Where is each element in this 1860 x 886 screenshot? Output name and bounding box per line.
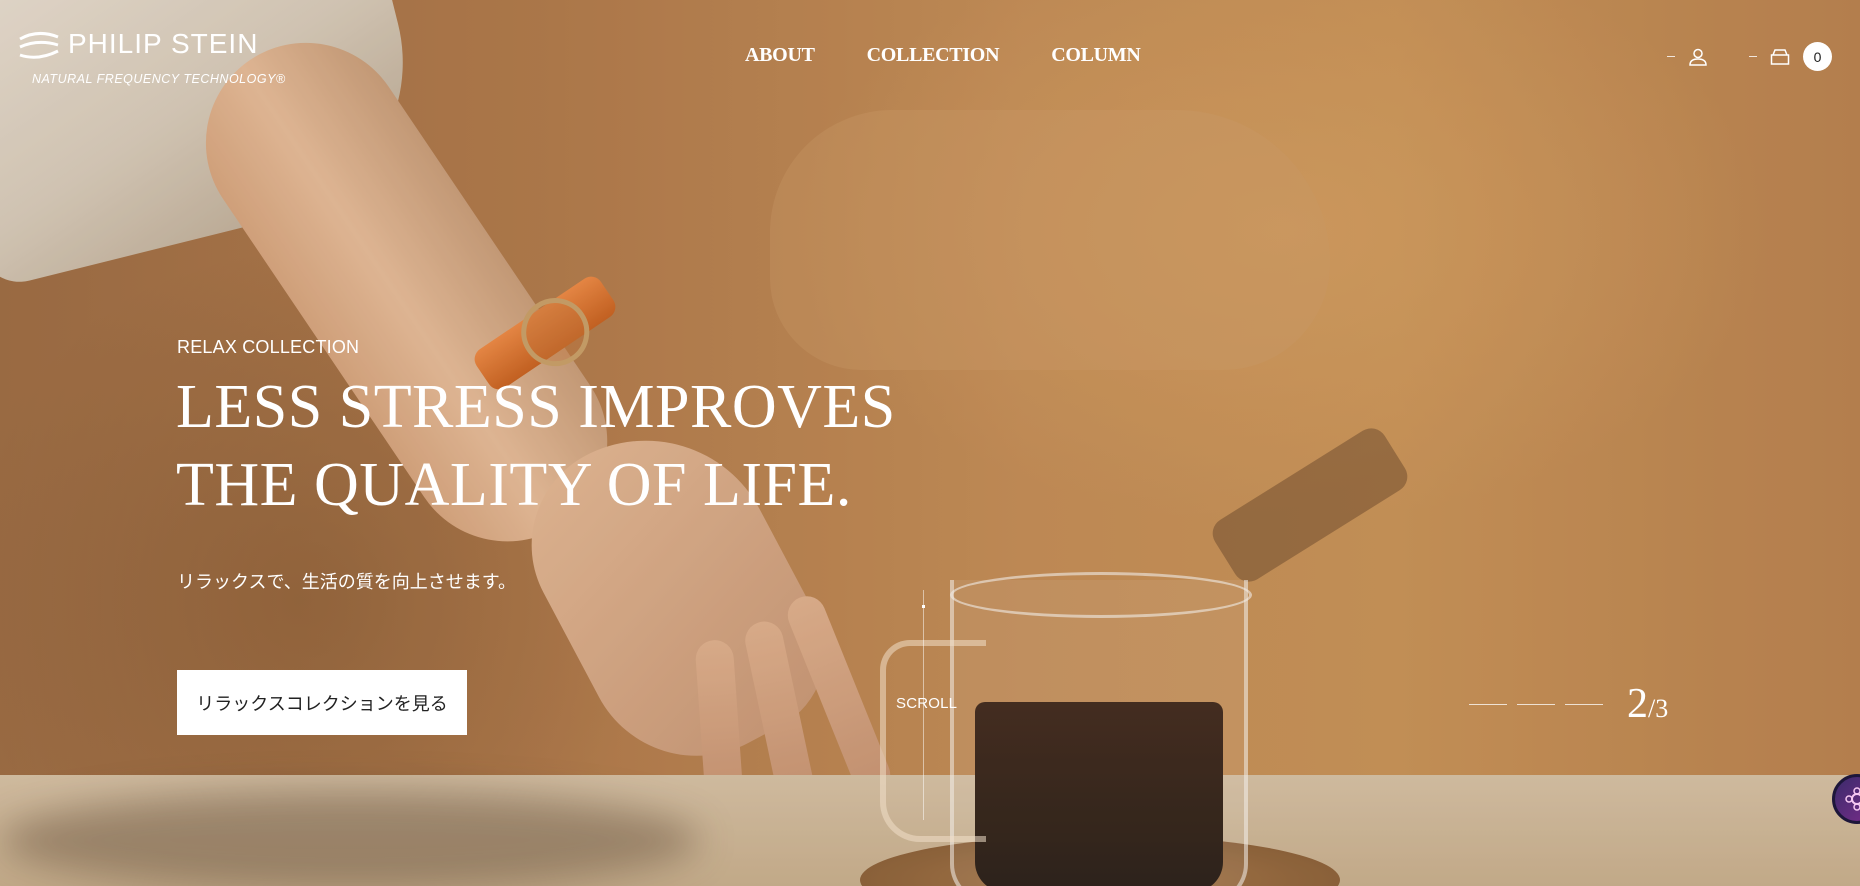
slide-total: 3 (1655, 694, 1669, 723)
nav-item-column[interactable]: COLUMN (1051, 44, 1141, 67)
hero-title: LESS STRESS IMPROVES THE QUALITY OF LIFE… (176, 368, 976, 524)
hero-title-line: LESS STRESS IMPROVES (176, 373, 896, 441)
cart-icon[interactable] (1769, 46, 1791, 68)
hero-title-line: THE QUALITY OF LIFE. (176, 451, 852, 519)
nav-item-collection[interactable]: COLLECTION (867, 44, 1000, 67)
slide-indicator-2[interactable] (1517, 703, 1555, 705)
user-icon[interactable] (1687, 46, 1709, 68)
view-relax-collection-button[interactable]: リラックスコレクションを見る (177, 670, 467, 735)
scroll-indicator-dot (922, 605, 925, 608)
slide-counter: 2 / 3 (1627, 680, 1668, 728)
divider (1749, 56, 1757, 57)
brand-logo-link[interactable]: PHILIP STEIN NATURAL FREQUENCY TECHNOLOG… (18, 28, 298, 92)
slider-pager: 2 / 3 (1469, 680, 1668, 728)
main-nav: ABOUT COLLECTION COLUMN (745, 44, 1141, 67)
header-tools: 0 (1667, 42, 1832, 71)
brand-tagline: NATURAL FREQUENCY TECHNOLOGY® (32, 72, 286, 86)
slide-separator: / (1648, 694, 1656, 723)
site-header: PHILIP STEIN NATURAL FREQUENCY TECHNOLOG… (0, 0, 1860, 110)
slide-indicator-3[interactable] (1565, 703, 1603, 705)
scroll-label[interactable]: SCROLL (896, 695, 957, 712)
divider (1667, 56, 1675, 57)
hero-description: リラックスで、生活の質を向上させます。 (177, 572, 516, 592)
nav-item-about[interactable]: ABOUT (745, 44, 815, 67)
brand-mark-icon (18, 30, 59, 60)
slide-indicator-1[interactable] (1469, 703, 1507, 705)
cart-count-badge[interactable]: 0 (1803, 42, 1832, 71)
hero-subtitle: RELAX COLLECTION (177, 337, 360, 357)
brand-name: PHILIP STEIN (68, 28, 259, 59)
slide-current: 2 (1627, 681, 1648, 727)
